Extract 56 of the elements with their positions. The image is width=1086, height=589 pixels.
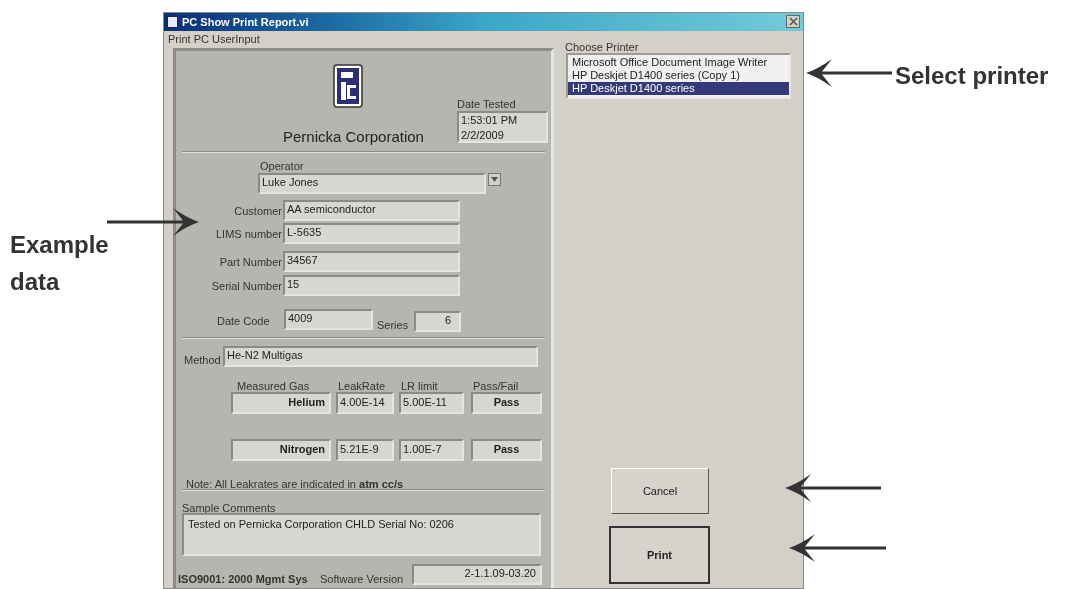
arrow-icon (806, 58, 892, 88)
field-label: Serial Number (210, 279, 282, 294)
table-cell: 5.00E-11 (399, 392, 464, 414)
software-version-field: 2-1.1.09-03.20 (412, 564, 542, 585)
company-name: Pernicka Corporation (283, 127, 424, 147)
field-label: LIMS number (214, 227, 282, 242)
table-cell: 4.00E-14 (336, 392, 394, 414)
text-field[interactable]: 34567 (283, 251, 460, 272)
field-label: Operator (260, 159, 304, 174)
annotation-label: Example data (10, 230, 110, 297)
table-cell: Helium (231, 392, 331, 414)
field-label: Method (184, 353, 221, 368)
note-text: Note: All Leakrates are indicated in atm cc/s (186, 477, 404, 492)
arrow-icon (789, 533, 886, 563)
field-label: Part Number (218, 255, 282, 270)
column-header: LeakRate (338, 379, 386, 394)
table-cell: Pass (471, 392, 542, 414)
cancel-button[interactable]: Cancel (611, 468, 709, 514)
field-label: Date Tested (457, 97, 516, 112)
caret-icon (491, 177, 498, 182)
comments-field[interactable]: Tested on Pernicka Corporation CHLD Serial No: 0206 (182, 513, 541, 556)
column-header: LR limit (401, 379, 438, 394)
printer-item[interactable]: Microsoft Office Document Image Writer (568, 56, 789, 69)
text-field[interactable]: AA semiconductor (283, 200, 460, 221)
window-title: PC Show Print Report.vi (182, 14, 309, 30)
printer-item[interactable]: HP Deskjet D1400 series (568, 82, 789, 95)
app-icon (167, 16, 178, 28)
column-header: Pass/Fail (473, 379, 519, 394)
date-tested-field: 1:53:01 PM 2/2/2009 (457, 111, 548, 143)
annotation-label: Select printer (895, 61, 1049, 91)
close-button[interactable] (786, 15, 800, 28)
printer-item[interactable]: HP Deskjet D1400 series (Copy 1) (568, 69, 789, 82)
text-field[interactable]: L-5635 (283, 223, 460, 244)
field-label: Customer (233, 204, 282, 219)
table-cell: Pass (471, 439, 542, 461)
panel-title: Print PC UserInput (168, 33, 260, 46)
table-cell: Nitrogen (231, 439, 331, 461)
date-code-field[interactable]: 4009 (284, 309, 373, 330)
arrow-icon (107, 207, 199, 237)
text-field[interactable]: 15 (283, 275, 460, 296)
field-label: Sample Comments (182, 501, 276, 516)
iso-text: ISO9001: 2000 Mgmt Sys (178, 572, 308, 587)
company-logo (333, 64, 363, 108)
method-field[interactable]: He-N2 Multigas (223, 346, 538, 367)
field-label: Software Version (320, 572, 404, 587)
field-label: Choose Printer (565, 40, 639, 55)
dropdown-button[interactable] (488, 173, 501, 186)
table-cell: 1.00E-7 (399, 439, 464, 461)
column-header: Measured Gas (237, 379, 310, 394)
table-cell: 5.21E-9 (336, 439, 394, 461)
operator-field[interactable]: Luke Jones (258, 173, 486, 194)
field-label: Date Code (217, 314, 270, 329)
field-label: Series (377, 318, 409, 333)
arrow-icon (785, 473, 881, 503)
print-button[interactable]: Print (609, 526, 710, 584)
series-field[interactable]: 6 (414, 311, 461, 332)
